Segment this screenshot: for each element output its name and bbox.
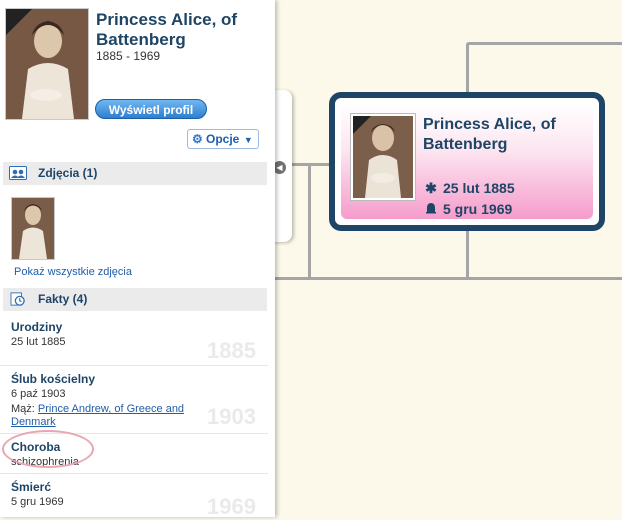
photos-section-header[interactable]: Zdjęcia (1) (3, 162, 267, 185)
fact-year: 1903 (207, 404, 256, 429)
tree-person-photo[interactable] (351, 114, 415, 200)
show-all-photos-link[interactable]: Pokaż wszystkie zdjęcia (14, 266, 132, 278)
tree-connector (466, 42, 622, 45)
options-button[interactable]: ⚙ Opcje ▼ (187, 129, 259, 149)
tree-person-name[interactable]: Princess Alice, of Battenberg (423, 115, 593, 155)
fact-year: 1969 (207, 494, 256, 519)
tree-connector (466, 42, 469, 96)
fact-date: 5 gru 1969 (11, 496, 64, 508)
person-side-panel: Princess Alice, of Battenberg 1885 - 196… (0, 0, 275, 519)
fact-title: Urodziny (11, 320, 63, 334)
tree-birth-line: ✱ 25 lut 1885 (423, 180, 515, 197)
view-profile-button[interactable]: Wyświetl profil (95, 99, 207, 119)
death-bell-icon (423, 201, 439, 217)
tree-connector (275, 277, 622, 280)
fact-item-marriage[interactable]: Ślub kościelny 6 paź 1903 1903 Mąż: Prin… (0, 366, 268, 434)
photos-icon (9, 166, 27, 180)
tree-connector (308, 163, 311, 279)
tree-connector (466, 231, 469, 279)
fact-item-birth[interactable]: Urodziny 25 lut 1885 1885 (0, 314, 268, 366)
tree-birth-date: 25 lut 1885 (443, 180, 515, 196)
gear-icon: ⚙ (192, 132, 203, 146)
profile-photo[interactable] (5, 8, 89, 120)
spouse-prefix: Mąż: (11, 403, 35, 415)
facts-section-title: Fakty (4) (38, 292, 88, 306)
person-name[interactable]: Princess Alice, of Battenberg (96, 10, 266, 50)
fact-item-death[interactable]: Śmierć 5 gru 1969 1969 (0, 474, 268, 519)
chevron-down-icon: ▼ (241, 135, 253, 145)
birth-star-icon: ✱ (425, 180, 437, 196)
fact-date: 25 lut 1885 (11, 336, 66, 348)
tree-person-card-body: Princess Alice, of Battenberg ✱ 25 lut 18… (341, 104, 593, 219)
tree-death-date: 5 gru 1969 (443, 201, 513, 217)
person-years: 1885 - 1969 (96, 49, 161, 63)
photo-thumbnail[interactable] (11, 197, 55, 260)
tree-death-line: 5 gru 1969 (423, 201, 512, 217)
highlight-circle (2, 430, 94, 468)
portrait-image (12, 198, 54, 259)
tree-person-card[interactable]: Princess Alice, of Battenberg ✱ 25 lut 18… (329, 92, 605, 231)
options-label: Opcje (206, 132, 240, 146)
fact-title: Śmierć (11, 480, 52, 494)
spouse-link[interactable]: Prince Andrew, of Greece and Denmark (11, 403, 184, 428)
facts-icon (10, 292, 25, 306)
fact-title: Ślub kościelny (11, 372, 96, 386)
ribbon-icon (6, 9, 32, 35)
fact-date: 6 paź 1903 (11, 388, 66, 400)
fact-year: 1885 (207, 338, 256, 363)
tree-canvas[interactable] (275, 0, 622, 517)
photos-section-title: Zdjęcia (1) (38, 166, 98, 180)
fact-spouse: Mąż: Prince Andrew, of Greece and Denmar… (11, 403, 201, 429)
ribbon-icon (353, 116, 371, 134)
facts-section-header[interactable]: Fakty (4) (3, 288, 267, 311)
